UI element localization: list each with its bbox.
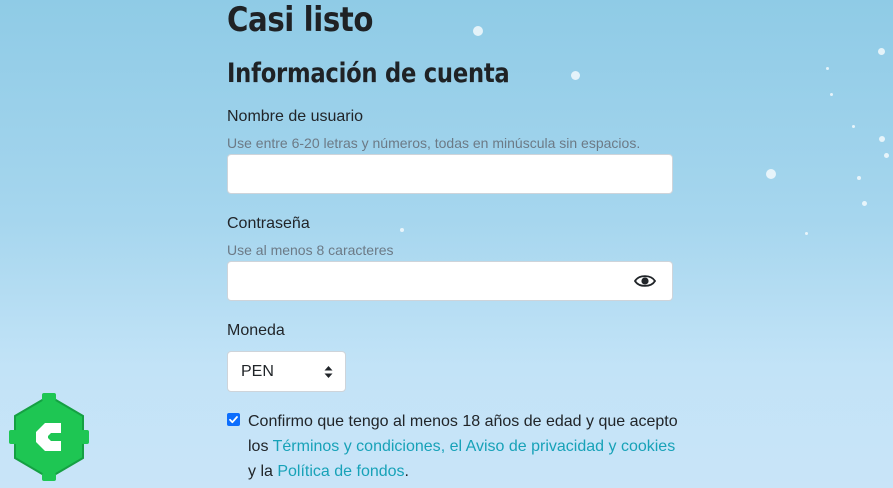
snow-dot <box>879 136 885 142</box>
password-hint: Use al menos 8 caracteres <box>227 242 394 258</box>
consent-text-3: . <box>404 463 409 480</box>
snow-dot <box>884 153 889 158</box>
username-label: Nombre de usuario <box>227 108 364 125</box>
password-input[interactable] <box>228 262 672 300</box>
age-consent-checkbox[interactable] <box>227 413 240 426</box>
snow-dot <box>852 125 855 128</box>
brand-logo <box>9 393 89 481</box>
age-consent-text: Confirmo que tengo al menos 18 años de e… <box>248 409 680 484</box>
snow-dot <box>857 176 861 180</box>
currency-select[interactable]: PEN <box>227 351 346 392</box>
password-field[interactable] <box>227 261 673 301</box>
currency-selected-value: PEN <box>241 363 274 380</box>
snow-dot <box>878 48 885 55</box>
username-input[interactable] <box>228 155 672 193</box>
username-field[interactable] <box>227 154 673 194</box>
snow-dot <box>830 93 833 96</box>
consent-text-2: y la <box>248 463 278 480</box>
password-label: Contraseña <box>227 215 310 232</box>
checkmark-icon <box>229 416 238 424</box>
snow-dot <box>400 228 404 232</box>
snow-dot <box>571 71 580 80</box>
eye-icon[interactable] <box>633 273 657 289</box>
currency-label: Moneda <box>227 322 285 339</box>
consent-separator: , <box>440 438 450 455</box>
page-title: Casi listo <box>227 0 374 40</box>
snow-dot <box>826 67 829 70</box>
terms-link[interactable]: Términos y condiciones <box>273 438 441 455</box>
section-title: Información de cuenta <box>227 58 510 89</box>
snow-dot <box>805 232 808 235</box>
privacy-link[interactable]: el Aviso de privacidad y cookies <box>450 438 676 455</box>
username-hint: Use entre 6-20 letras y números, todas e… <box>227 135 641 151</box>
funds-policy-link[interactable]: Política de fondos <box>277 463 404 480</box>
snow-dot <box>766 169 776 179</box>
select-arrows-icon <box>324 365 333 379</box>
snow-dot <box>862 201 867 206</box>
snow-dot <box>473 26 483 36</box>
